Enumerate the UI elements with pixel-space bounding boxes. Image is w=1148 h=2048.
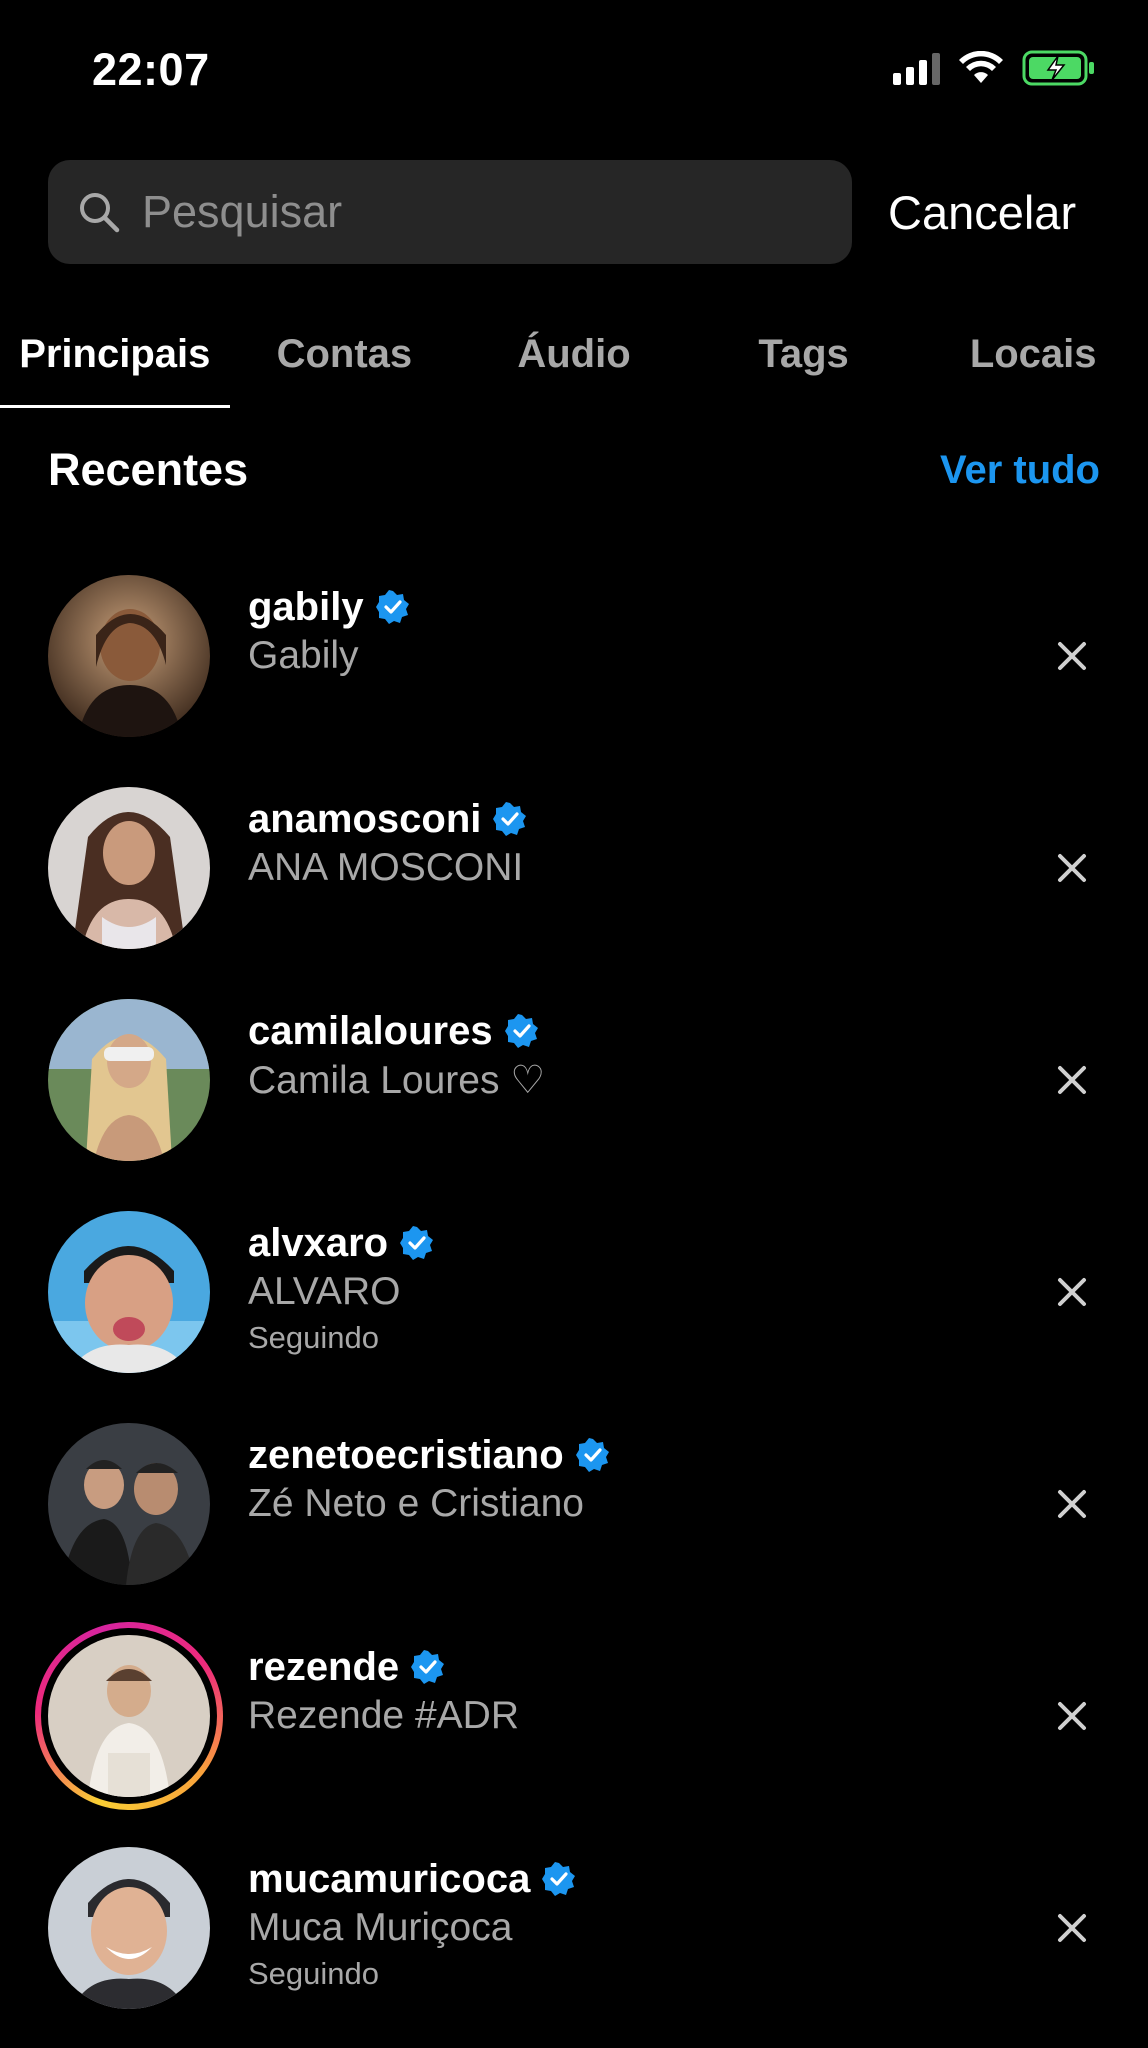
- battery-charging-icon: [1022, 50, 1094, 86]
- username: anamosconi: [248, 796, 482, 841]
- tab-tags[interactable]: Tags: [689, 300, 919, 408]
- search-row: Cancelar: [48, 160, 1100, 264]
- username: zenetoecristiano: [248, 1432, 564, 1477]
- item-text: alvxaro ALVARO Seguindo: [248, 1218, 434, 1356]
- username: camilaloures: [248, 1008, 493, 1053]
- avatar[interactable]: [35, 1622, 223, 1810]
- search-tabs: Principais Contas Áudio Tags Locais: [0, 300, 1148, 408]
- item-text: rezende Rezende #ADR: [248, 1642, 519, 1738]
- verified-badge-icon: [493, 802, 527, 836]
- avatar[interactable]: [48, 1847, 210, 2009]
- username: rezende: [248, 1644, 400, 1689]
- remove-recent-button[interactable]: [1048, 1056, 1096, 1104]
- close-icon: [1058, 642, 1086, 670]
- search-input[interactable]: [142, 186, 852, 238]
- tab-principais[interactable]: Principais: [0, 300, 230, 408]
- recents-header: Recentes Ver tudo: [48, 444, 1100, 496]
- list-item[interactable]: camilaloures Camila Loures ♡: [0, 974, 1148, 1186]
- close-icon: [1058, 1490, 1086, 1518]
- verified-badge-icon: [542, 1862, 576, 1896]
- list-item[interactable]: anamosconi ANA MOSCONI: [0, 762, 1148, 974]
- avatar[interactable]: [48, 999, 210, 1161]
- close-icon: [1058, 1278, 1086, 1306]
- recents-list: gabily Gabily anamosconi ANA MOSCONI cam…: [0, 550, 1148, 2034]
- list-item[interactable]: rezende Rezende #ADR: [0, 1610, 1148, 1822]
- username: gabily: [248, 584, 364, 629]
- full-name: Camila Loures ♡: [248, 1059, 546, 1102]
- full-name: Zé Neto e Cristiano: [248, 1482, 584, 1525]
- verified-badge-icon: [411, 1650, 445, 1684]
- verified-badge-icon: [400, 1226, 434, 1260]
- full-name: Gabily: [248, 634, 359, 677]
- list-item[interactable]: alvxaro ALVARO Seguindo: [0, 1186, 1148, 1398]
- remove-recent-button[interactable]: [1048, 632, 1096, 680]
- username: alvxaro: [248, 1220, 389, 1265]
- verified-badge-icon: [575, 1438, 609, 1472]
- see-all-link[interactable]: Ver tudo: [940, 448, 1100, 493]
- remove-recent-button[interactable]: [1048, 1480, 1096, 1528]
- username: mucamuricoca: [248, 1856, 531, 1901]
- remove-recent-button[interactable]: [1048, 1692, 1096, 1740]
- remove-recent-button[interactable]: [1048, 1268, 1096, 1316]
- item-text: camilaloures Camila Loures ♡: [248, 1006, 545, 1103]
- close-icon: [1058, 1914, 1086, 1942]
- avatar[interactable]: [48, 787, 210, 949]
- avatar[interactable]: [48, 1211, 210, 1373]
- close-icon: [1058, 1066, 1086, 1094]
- status-icons: [893, 50, 1096, 86]
- full-name: ALVARO: [248, 1270, 401, 1313]
- close-icon: [1058, 854, 1086, 882]
- following-status: Seguindo: [248, 1320, 380, 1355]
- tab-audio[interactable]: Áudio: [459, 300, 689, 408]
- item-text: zenetoecristiano Zé Neto e Cristiano: [248, 1430, 610, 1526]
- item-text: mucamuricoca Muca Muriçoca Seguindo: [248, 1854, 576, 1992]
- status-time: 22:07: [92, 44, 210, 95]
- full-name: Muca Muriçoca: [248, 1906, 513, 1949]
- avatar[interactable]: [48, 575, 210, 737]
- close-icon: [1058, 1702, 1086, 1730]
- verified-badge-icon: [504, 1014, 538, 1048]
- wifi-icon: [959, 51, 1003, 83]
- verified-badge-icon: [375, 590, 409, 624]
- cancel-button[interactable]: Cancelar: [888, 185, 1076, 240]
- cellular-signal-icon: [893, 51, 940, 85]
- tab-contas[interactable]: Contas: [230, 300, 460, 408]
- avatar[interactable]: [48, 1423, 210, 1585]
- recents-title: Recentes: [48, 444, 249, 495]
- search-box[interactable]: [48, 160, 852, 264]
- list-item[interactable]: gabily Gabily: [0, 550, 1148, 762]
- search-icon: [76, 189, 122, 235]
- item-text: anamosconi ANA MOSCONI: [248, 794, 527, 890]
- following-status: Seguindo: [248, 1956, 380, 1991]
- tab-locais[interactable]: Locais: [918, 300, 1148, 408]
- remove-recent-button[interactable]: [1048, 844, 1096, 892]
- story-ring[interactable]: [35, 1622, 223, 1810]
- list-item[interactable]: mucamuricoca Muca Muriçoca Seguindo: [0, 1822, 1148, 2034]
- list-item[interactable]: zenetoecristiano Zé Neto e Cristiano: [0, 1398, 1148, 1610]
- full-name: Rezende #ADR: [248, 1694, 519, 1737]
- item-text: gabily Gabily: [248, 582, 410, 678]
- remove-recent-button[interactable]: [1048, 1904, 1096, 1952]
- full-name: ANA MOSCONI: [248, 846, 524, 889]
- status-bar: 22:07: [0, 0, 1148, 140]
